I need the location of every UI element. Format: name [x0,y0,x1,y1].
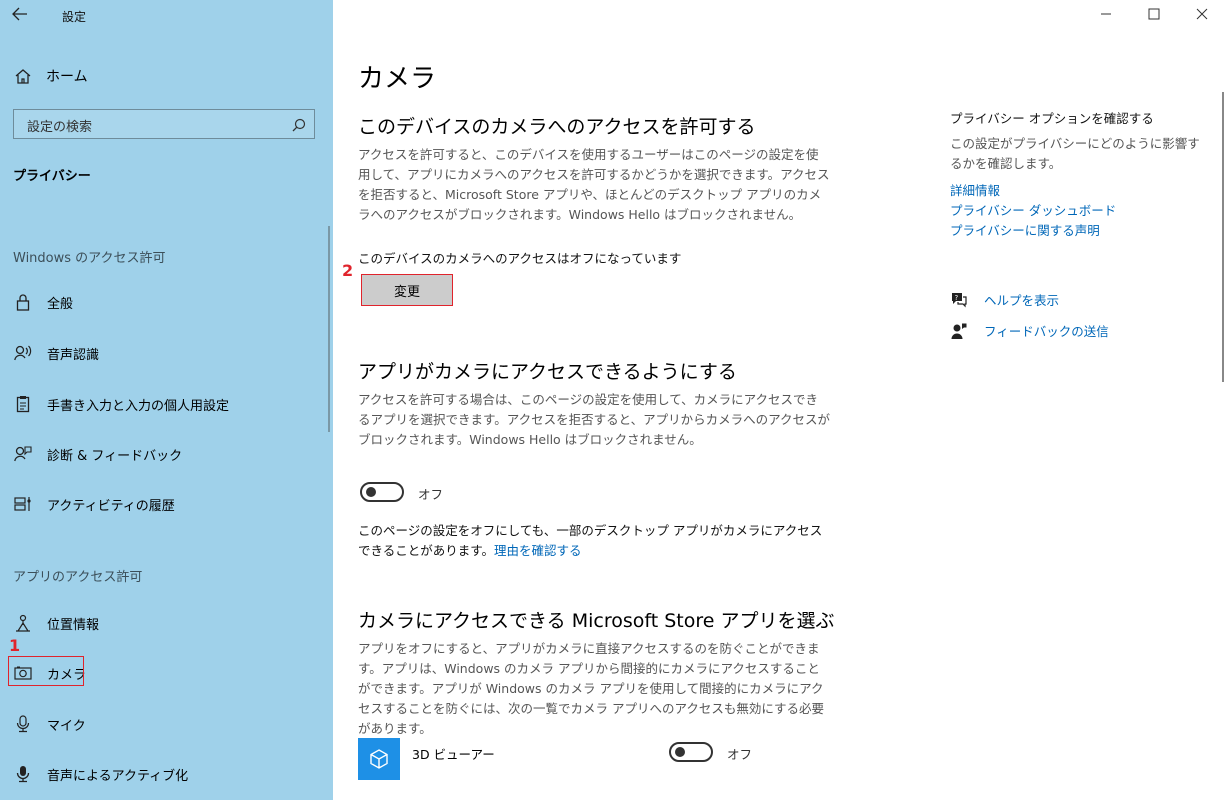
app-access-description: アクセスを許可する場合は、このページの設定を使用して、カメラにアクセスできるアプ… [358,392,831,447]
privacy-statement-link[interactable]: プライバシーに関する声明 [950,220,1100,239]
close-icon[interactable] [1196,8,1208,24]
cube-icon [370,749,388,769]
section-app-permissions: アプリのアクセス許可 [13,570,143,585]
app-title: 設定 [62,10,87,24]
privacy-options-text: この設定がプライバシーにどのように影響するかを確認します。 [950,136,1200,171]
back-arrow-icon[interactable] [12,6,28,25]
home-nav[interactable]: ホーム [14,66,88,86]
device-access-status: このデバイスのカメラへのアクセスはオフになっています [358,251,682,266]
app-icon-3d-viewer [358,738,400,780]
location-icon [13,613,33,633]
title-bar: 設定 [0,0,333,32]
learn-why-link[interactable]: 理由を確認する [494,543,582,558]
app-access-toggle[interactable] [360,482,404,502]
get-help-link[interactable]: ? ヘルプを表示 [950,290,1059,309]
sidebar-item-label: 音声認識 [47,347,100,363]
speech-icon [13,343,33,363]
person-feedback-icon [13,444,33,464]
app-toggle-3d-viewer-label: オフ [727,747,753,762]
timeline-icon [13,494,33,514]
sidebar-item-label: 位置情報 [47,617,100,633]
maximize-icon[interactable] [1148,8,1160,24]
section-windows-permissions: Windows のアクセス許可 [13,251,166,266]
sidebar-item-label: 手書き入力と入力の個人用設定 [47,398,230,414]
sidebar-item-voice-activation[interactable]: 音声によるアクティブ化 [0,754,333,794]
sidebar-item-location[interactable]: 位置情報 [0,603,333,643]
more-info-link[interactable]: 詳細情報 [950,180,1000,199]
toggle-knob [675,747,685,757]
sidebar-item-label: マイク [47,718,86,734]
sidebar-item-label: アクティビティの履歴 [47,498,175,514]
toggle-knob [366,487,376,497]
category-title: プライバシー [13,169,91,184]
sidebar-item-label: 全般 [47,296,74,312]
sidebar-item-microphone[interactable]: マイク [0,704,333,744]
sidebar-item-speech[interactable]: 音声認識 [0,333,333,373]
main-scrollbar[interactable] [1222,92,1224,382]
lock-icon [13,292,33,312]
feedback-icon [950,323,968,339]
app-access-toggle-label: オフ [418,487,444,502]
privacy-options-title: プライバシー オプションを確認する [950,111,1154,126]
privacy-dashboard-link[interactable]: プライバシー ダッシュボード [950,200,1116,219]
device-access-heading: このデバイスのカメラへのアクセスを許可する [358,116,756,138]
search-icon [292,118,306,132]
home-label: ホーム [46,69,88,85]
send-feedback-link[interactable]: フィードバックの送信 [950,321,1109,340]
get-help-label: ヘルプを表示 [984,293,1060,308]
search-placeholder: 設定の検索 [27,120,93,135]
sidebar-item-general[interactable]: 全般 [0,282,333,322]
desktop-apps-note: このページの設定をオフにしても、一部のデスクトップ アプリがカメラにアクセスでき… [358,521,830,561]
app-name-3d-viewer: 3D ビューアー [412,747,495,762]
help-chat-icon: ? [950,292,968,308]
sidebar: 設定 ホーム 設定の検索 プライバシー Windows のアクセス許可 全般 音… [0,0,333,800]
sidebar-item-diagnostics[interactable]: 診断 & フィードバック [0,434,333,474]
sidebar-item-label: 音声によるアクティブ化 [47,768,189,784]
store-apps-description: アプリをオフにすると、アプリがカメラに直接アクセスするのを防ぐことができます。ア… [358,641,824,736]
clipboard-icon [13,394,33,414]
sidebar-item-camera[interactable]: カメラ [0,653,333,693]
microphone-icon [13,714,33,734]
highlight-box [8,656,84,686]
app-access-heading: アプリがカメラにアクセスできるようにする [358,361,737,383]
sidebar-item-label: 診断 & フィードバック [47,448,183,464]
send-feedback-label: フィードバックの送信 [984,324,1109,339]
sidebar-item-handwriting[interactable]: 手書き入力と入力の個人用設定 [0,384,333,424]
home-icon [15,69,31,84]
minimize-icon[interactable] [1100,8,1112,24]
desktop-apps-note-text: このページの設定をオフにしても、一部のデスクトップ アプリがカメラにアクセスでき… [358,523,823,558]
change-button[interactable]: 変更 [361,274,453,306]
annotation-marker-2: 2 [342,261,354,280]
voice-activation-icon [13,764,33,784]
page-title: カメラ [358,64,437,94]
svg-text:?: ? [955,294,959,302]
device-access-description: アクセスを許可すると、このデバイスを使用するユーザーはこのページの設定を使用して… [358,147,830,222]
sidebar-scrollbar[interactable] [328,226,330,432]
store-apps-heading: カメラにアクセスできる Microsoft Store アプリを選ぶ [358,610,835,632]
search-input[interactable]: 設定の検索 [13,109,315,139]
sidebar-item-activity-history[interactable]: アクティビティの履歴 [0,484,333,524]
app-toggle-3d-viewer[interactable] [669,742,713,762]
